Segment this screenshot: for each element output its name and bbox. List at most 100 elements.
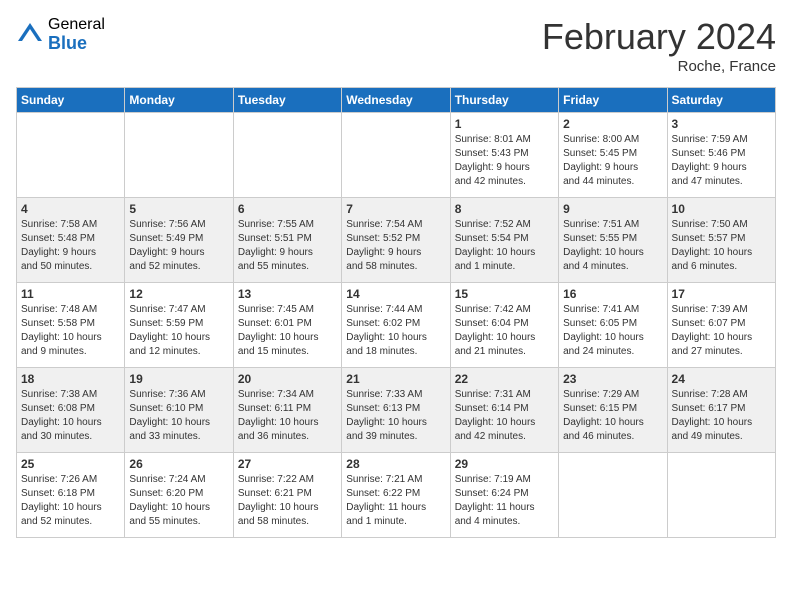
title-area: February 2024 Roche, France bbox=[542, 16, 776, 75]
day-info: Sunrise: 8:01 AM Sunset: 5:43 PM Dayligh… bbox=[455, 133, 554, 189]
day-number: 12 bbox=[129, 287, 228, 301]
day-number: 24 bbox=[672, 372, 771, 386]
day-number: 11 bbox=[21, 287, 120, 301]
day-number: 2 bbox=[563, 117, 662, 131]
day-info: Sunrise: 7:45 AM Sunset: 6:01 PM Dayligh… bbox=[238, 303, 337, 359]
logo: General Blue bbox=[16, 16, 105, 53]
day-number: 28 bbox=[346, 457, 445, 471]
calendar-cell: 4 Sunrise: 7:58 AM Sunset: 5:48 PM Daylig… bbox=[17, 198, 125, 283]
day-number: 19 bbox=[129, 372, 228, 386]
day-number: 6 bbox=[238, 202, 337, 216]
day-number: 25 bbox=[21, 457, 120, 471]
day-info: Sunrise: 7:54 AM Sunset: 5:52 PM Dayligh… bbox=[346, 218, 445, 274]
calendar-cell: 22Sunrise: 7:31 AM Sunset: 6:14 PM Dayli… bbox=[450, 368, 558, 453]
calendar-week-row: 25 Sunrise: 7:26 AM Sunset: 6:18 PM Dayli… bbox=[17, 453, 776, 538]
calendar-cell: 24 Sunrise: 7:28 AM Sunset: 6:17 PM Dayli… bbox=[667, 368, 775, 453]
day-number: 15 bbox=[455, 287, 554, 301]
calendar-cell: 2 Sunrise: 8:00 AM Sunset: 5:45 PM Daylig… bbox=[559, 113, 667, 198]
calendar-cell: 25 Sunrise: 7:26 AM Sunset: 6:18 PM Dayli… bbox=[17, 453, 125, 538]
calendar-cell: 1Sunrise: 8:01 AM Sunset: 5:43 PM Daylig… bbox=[450, 113, 558, 198]
day-number: 7 bbox=[346, 202, 445, 216]
day-info: Sunrise: 7:19 AM Sunset: 6:24 PM Dayligh… bbox=[455, 473, 554, 529]
day-header-tuesday: Tuesday bbox=[233, 88, 341, 113]
day-info: Sunrise: 7:44 AM Sunset: 6:02 PM Dayligh… bbox=[346, 303, 445, 359]
day-number: 27 bbox=[238, 457, 337, 471]
day-header-friday: Friday bbox=[559, 88, 667, 113]
calendar-cell: 26Sunrise: 7:24 AM Sunset: 6:20 PM Dayli… bbox=[125, 453, 233, 538]
day-number: 13 bbox=[238, 287, 337, 301]
calendar-cell: 27Sunrise: 7:22 AM Sunset: 6:21 PM Dayli… bbox=[233, 453, 341, 538]
logo-icon bbox=[16, 21, 44, 49]
day-info: Sunrise: 7:26 AM Sunset: 6:18 PM Dayligh… bbox=[21, 473, 120, 529]
calendar-cell: 17Sunrise: 7:39 AM Sunset: 6:07 PM Dayli… bbox=[667, 283, 775, 368]
day-header-wednesday: Wednesday bbox=[342, 88, 450, 113]
day-info: Sunrise: 7:55 AM Sunset: 5:51 PM Dayligh… bbox=[238, 218, 337, 274]
calendar-cell: 12 Sunrise: 7:47 AM Sunset: 5:59 PM Dayli… bbox=[125, 283, 233, 368]
calendar-cell: 5 Sunrise: 7:56 AM Sunset: 5:49 PM Daylig… bbox=[125, 198, 233, 283]
calendar-week-row: 18Sunrise: 7:38 AM Sunset: 6:08 PM Dayli… bbox=[17, 368, 776, 453]
day-number: 18 bbox=[21, 372, 120, 386]
calendar-cell bbox=[17, 113, 125, 198]
calendar-cell: 19 Sunrise: 7:36 AM Sunset: 6:10 PM Dayli… bbox=[125, 368, 233, 453]
day-info: Sunrise: 7:41 AM Sunset: 6:05 PM Dayligh… bbox=[563, 303, 662, 359]
day-number: 10 bbox=[672, 202, 771, 216]
day-info: Sunrise: 7:50 AM Sunset: 5:57 PM Dayligh… bbox=[672, 218, 771, 274]
calendar-cell: 11 Sunrise: 7:48 AM Sunset: 5:58 PM Dayli… bbox=[17, 283, 125, 368]
calendar-cell bbox=[125, 113, 233, 198]
day-header-sunday: Sunday bbox=[17, 88, 125, 113]
logo-general: General bbox=[48, 16, 105, 34]
calendar-table: SundayMondayTuesdayWednesdayThursdayFrid… bbox=[16, 87, 776, 538]
page-header: General Blue February 2024 Roche, France bbox=[16, 16, 776, 75]
calendar-cell: 3Sunrise: 7:59 AM Sunset: 5:46 PM Daylig… bbox=[667, 113, 775, 198]
day-info: Sunrise: 7:33 AM Sunset: 6:13 PM Dayligh… bbox=[346, 388, 445, 444]
day-number: 14 bbox=[346, 287, 445, 301]
calendar-cell: 7 Sunrise: 7:54 AM Sunset: 5:52 PM Daylig… bbox=[342, 198, 450, 283]
calendar-cell bbox=[233, 113, 341, 198]
day-header-monday: Monday bbox=[125, 88, 233, 113]
calendar-week-row: 1Sunrise: 8:01 AM Sunset: 5:43 PM Daylig… bbox=[17, 113, 776, 198]
day-info: Sunrise: 7:31 AM Sunset: 6:14 PM Dayligh… bbox=[455, 388, 554, 444]
calendar-body: 1Sunrise: 8:01 AM Sunset: 5:43 PM Daylig… bbox=[17, 113, 776, 538]
calendar-cell: 16 Sunrise: 7:41 AM Sunset: 6:05 PM Dayli… bbox=[559, 283, 667, 368]
day-number: 8 bbox=[455, 202, 554, 216]
calendar-cell: 21 Sunrise: 7:33 AM Sunset: 6:13 PM Dayli… bbox=[342, 368, 450, 453]
day-number: 5 bbox=[129, 202, 228, 216]
calendar-cell: 10 Sunrise: 7:50 AM Sunset: 5:57 PM Dayli… bbox=[667, 198, 775, 283]
calendar-cell bbox=[342, 113, 450, 198]
day-number: 4 bbox=[21, 202, 120, 216]
logo-text: General Blue bbox=[48, 16, 105, 53]
calendar-week-row: 11 Sunrise: 7:48 AM Sunset: 5:58 PM Dayli… bbox=[17, 283, 776, 368]
day-info: Sunrise: 7:48 AM Sunset: 5:58 PM Dayligh… bbox=[21, 303, 120, 359]
logo-blue: Blue bbox=[48, 34, 105, 54]
calendar-cell: 18Sunrise: 7:38 AM Sunset: 6:08 PM Dayli… bbox=[17, 368, 125, 453]
location: Roche, France bbox=[542, 58, 776, 75]
day-header-saturday: Saturday bbox=[667, 88, 775, 113]
calendar-cell: 9 Sunrise: 7:51 AM Sunset: 5:55 PM Daylig… bbox=[559, 198, 667, 283]
calendar-cell: 13 Sunrise: 7:45 AM Sunset: 6:01 PM Dayli… bbox=[233, 283, 341, 368]
day-info: Sunrise: 8:00 AM Sunset: 5:45 PM Dayligh… bbox=[563, 133, 662, 189]
day-info: Sunrise: 7:51 AM Sunset: 5:55 PM Dayligh… bbox=[563, 218, 662, 274]
day-number: 16 bbox=[563, 287, 662, 301]
calendar-cell: 14 Sunrise: 7:44 AM Sunset: 6:02 PM Dayli… bbox=[342, 283, 450, 368]
day-number: 9 bbox=[563, 202, 662, 216]
day-info: Sunrise: 7:36 AM Sunset: 6:10 PM Dayligh… bbox=[129, 388, 228, 444]
day-info: Sunrise: 7:28 AM Sunset: 6:17 PM Dayligh… bbox=[672, 388, 771, 444]
day-info: Sunrise: 7:47 AM Sunset: 5:59 PM Dayligh… bbox=[129, 303, 228, 359]
day-number: 17 bbox=[672, 287, 771, 301]
day-number: 23 bbox=[563, 372, 662, 386]
day-info: Sunrise: 7:34 AM Sunset: 6:11 PM Dayligh… bbox=[238, 388, 337, 444]
day-info: Sunrise: 7:52 AM Sunset: 5:54 PM Dayligh… bbox=[455, 218, 554, 274]
calendar-cell: 23 Sunrise: 7:29 AM Sunset: 6:15 PM Dayli… bbox=[559, 368, 667, 453]
day-header-thursday: Thursday bbox=[450, 88, 558, 113]
calendar-cell: 28Sunrise: 7:21 AM Sunset: 6:22 PM Dayli… bbox=[342, 453, 450, 538]
day-info: Sunrise: 7:56 AM Sunset: 5:49 PM Dayligh… bbox=[129, 218, 228, 274]
day-info: Sunrise: 7:29 AM Sunset: 6:15 PM Dayligh… bbox=[563, 388, 662, 444]
month-title: February 2024 bbox=[542, 16, 776, 58]
calendar-cell: 6 Sunrise: 7:55 AM Sunset: 5:51 PM Daylig… bbox=[233, 198, 341, 283]
day-info: Sunrise: 7:58 AM Sunset: 5:48 PM Dayligh… bbox=[21, 218, 120, 274]
calendar-cell: 8 Sunrise: 7:52 AM Sunset: 5:54 PM Daylig… bbox=[450, 198, 558, 283]
day-number: 21 bbox=[346, 372, 445, 386]
day-number: 20 bbox=[238, 372, 337, 386]
day-info: Sunrise: 7:42 AM Sunset: 6:04 PM Dayligh… bbox=[455, 303, 554, 359]
calendar-cell: 15 Sunrise: 7:42 AM Sunset: 6:04 PM Dayli… bbox=[450, 283, 558, 368]
